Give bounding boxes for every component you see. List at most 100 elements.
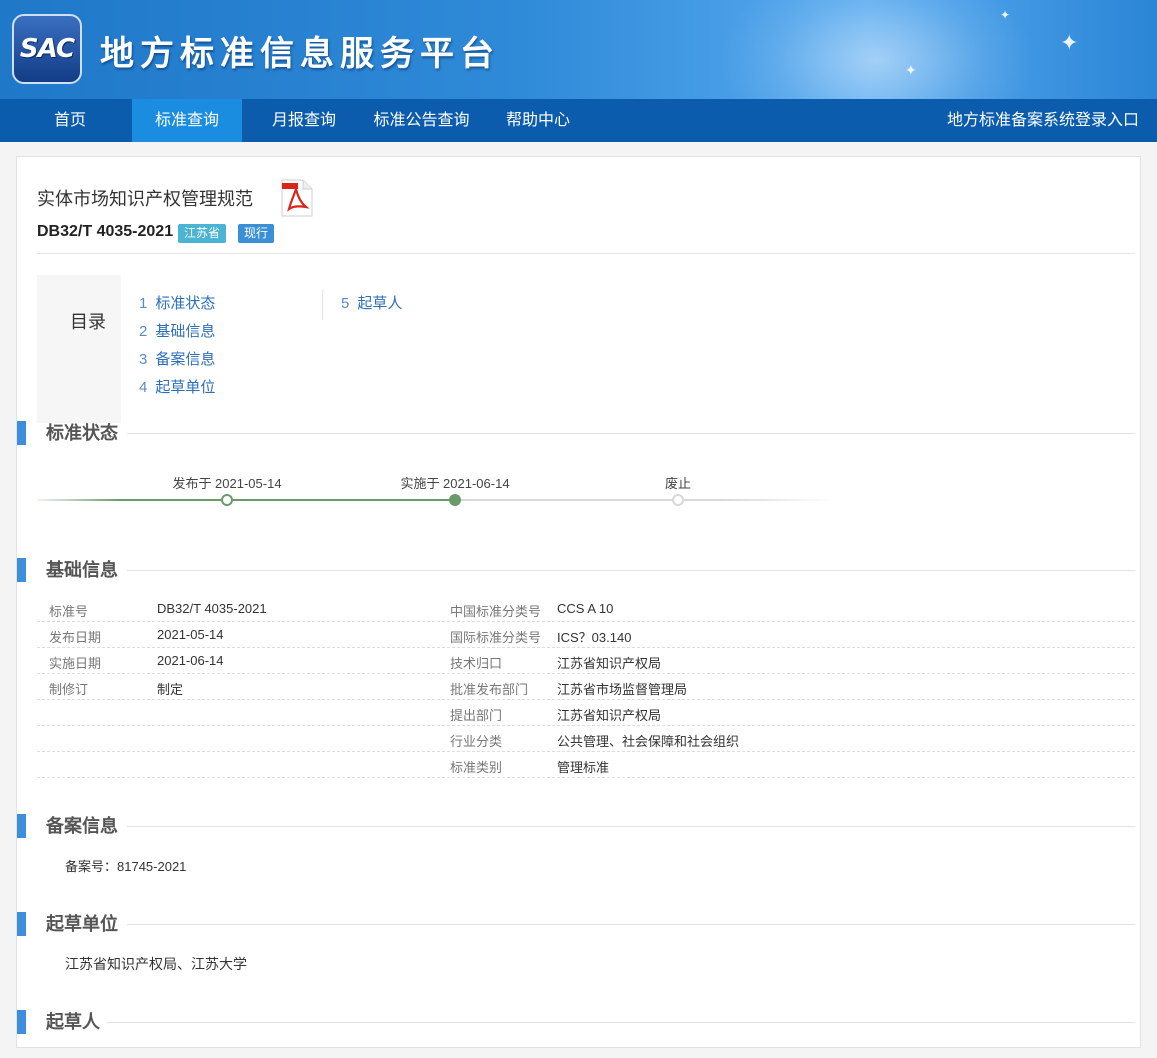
site-title: 地方标准信息服务平台: [100, 34, 500, 74]
info-row: 实施日期 2021-06-14 技术归口 江苏省知识产权局: [37, 648, 1135, 674]
info-value: 制定: [157, 682, 184, 697]
section-accent-bar: [17, 912, 26, 936]
toc-label: 目录: [70, 312, 106, 332]
info-key: 发布日期: [49, 630, 102, 645]
info-value: 管理标准: [557, 760, 610, 775]
section-divider: [127, 924, 1135, 925]
info-value: ICS？03.140: [557, 630, 632, 645]
info-value: 江苏省知识产权局: [557, 656, 662, 671]
main-nav: 首页 标准查询 月报查询 标准公告查询 帮助中心 地方标准备案系统登录入口: [0, 99, 1157, 142]
toc-item-label: 标准状态: [155, 295, 216, 312]
section-title: 标准状态: [46, 423, 118, 443]
info-value: DB32/T 4035-2021: [157, 601, 267, 616]
section-divider: [127, 570, 1135, 571]
header-banner: ✦ ✦ ✦ SAC 地方标准信息服务平台: [0, 0, 1157, 99]
timeline-implement-label: 实施于 2021-06-14: [400, 476, 510, 491]
section-accent-bar: [17, 1010, 26, 1034]
timeline-publish-dot: [221, 494, 233, 506]
toc-item-label: 起草单位: [155, 379, 216, 396]
info-key: 国际标准分类号: [450, 630, 542, 645]
sac-logo[interactable]: SAC: [12, 14, 82, 84]
section-accent-bar: [17, 814, 26, 838]
toc-item-label: 起草人: [357, 295, 403, 312]
section-title: 备案信息: [46, 816, 118, 836]
section-divider: [127, 826, 1135, 827]
nav-announcement-search[interactable]: 标准公告查询: [364, 99, 479, 142]
section-accent-bar: [17, 558, 26, 582]
region-badge: 江苏省: [178, 224, 227, 243]
timeline-publish-label: 发布于 2021-05-14: [172, 476, 282, 491]
info-value: 2021-05-14: [157, 627, 224, 642]
section-divider: [127, 433, 1135, 434]
toc-item-label: 备案信息: [155, 351, 216, 368]
info-key: 标准号: [49, 604, 89, 619]
toc-item-label: 基础信息: [155, 323, 216, 340]
section-header-status: 标准状态: [17, 421, 1135, 445]
info-row: 提出部门 江苏省知识产权局: [37, 700, 1135, 726]
toc-item-filing-info[interactable]: 3 备案信息: [139, 348, 215, 369]
toc-panel: 目录: [37, 275, 121, 423]
toc-item-drafters[interactable]: 5 起草人: [341, 292, 402, 313]
info-row: 制修订 制定 批准发布部门 江苏省市场监督管理局: [37, 674, 1135, 700]
status-timeline: 发布于 2021-05-14 实施于 2021-06-14 废止: [37, 457, 837, 517]
timeline-pending-line: [455, 499, 835, 501]
info-row: 标准类别 管理标准: [37, 752, 1135, 778]
divider: [37, 253, 1135, 254]
info-value: CCS A 10: [557, 601, 614, 616]
section-title: 基础信息: [46, 560, 118, 580]
info-key: 标准类别: [450, 760, 503, 775]
filing-number: 备案号：81745-2021: [65, 859, 187, 874]
nav-standard-search[interactable]: 标准查询: [132, 99, 242, 142]
sparkle-icon: ✦: [1000, 8, 1011, 22]
section-divider: [107, 1022, 1135, 1023]
info-row: 发布日期 2021-05-14 国际标准分类号 ICS？03.140: [37, 622, 1135, 648]
nav-home[interactable]: 首页: [20, 99, 120, 142]
pdf-download-icon[interactable]: [279, 179, 313, 217]
info-value: 江苏省知识产权局: [557, 708, 662, 723]
nav-help-center[interactable]: 帮助中心: [490, 99, 586, 142]
timeline-progress-line: [37, 499, 455, 501]
standard-title: 实体市场知识产权管理规范: [37, 189, 253, 209]
logo-text: SAC: [19, 34, 75, 64]
section-title: 起草人: [46, 1012, 100, 1032]
section-header-drafters: 起草人: [17, 1010, 1135, 1034]
toc-item-number: 3: [139, 351, 148, 368]
toc-item-status[interactable]: 1 标准状态: [139, 292, 215, 313]
standard-detail-panel: 实体市场知识产权管理规范 DB32/T 4035-2021 江苏省 现行 目录 …: [16, 156, 1141, 1048]
info-key: 中国标准分类号: [450, 604, 542, 619]
info-key: 技术归口: [450, 656, 503, 671]
info-key: 批准发布部门: [450, 682, 529, 697]
toc-item-number: 2: [139, 323, 148, 340]
toc-item-drafting-unit[interactable]: 4 起草单位: [139, 376, 215, 397]
info-value: 2021-06-14: [157, 653, 224, 668]
info-row: 行业分类 公共管理、社会保障和社会组织: [37, 726, 1135, 752]
sparkle-icon: ✦: [1060, 30, 1079, 55]
section-header-basic-info: 基础信息: [17, 558, 1135, 582]
drafting-unit-text: 江苏省知识产权局、江苏大学: [65, 956, 247, 972]
info-key: 行业分类: [450, 734, 503, 749]
timeline-abolish-label: 废止: [664, 476, 692, 491]
info-value: 公共管理、社会保障和社会组织: [557, 734, 740, 749]
toc-item-number: 4: [139, 379, 148, 396]
section-header-drafting-unit: 起草单位: [17, 912, 1135, 936]
sparkle-icon: ✦: [905, 62, 917, 78]
section-title: 起草单位: [46, 914, 118, 934]
banner-glow: [717, 0, 1037, 99]
nav-monthly-report[interactable]: 月报查询: [254, 99, 354, 142]
filing-system-login-link[interactable]: 地方标准备案系统登录入口: [947, 99, 1139, 142]
section-header-filing-info: 备案信息: [17, 814, 1135, 838]
section-accent-bar: [17, 421, 26, 445]
toc-item-basic-info[interactable]: 2 基础信息: [139, 320, 215, 341]
info-key: 提出部门: [450, 708, 503, 723]
info-key: 制修订: [49, 682, 89, 697]
info-row: 标准号 DB32/T 4035-2021 中国标准分类号 CCS A 10: [37, 596, 1135, 622]
toc-item-number: 5: [341, 295, 350, 312]
toc-divider: [322, 290, 323, 320]
toc-item-number: 1: [139, 295, 148, 312]
timeline-implement-dot: [449, 494, 461, 506]
info-value: 江苏省市场监督管理局: [557, 682, 688, 697]
info-key: 实施日期: [49, 656, 102, 671]
status-badge: 现行: [238, 224, 275, 243]
timeline-abolish-dot: [672, 494, 684, 506]
standard-code: DB32/T 4035-2021: [37, 223, 174, 240]
